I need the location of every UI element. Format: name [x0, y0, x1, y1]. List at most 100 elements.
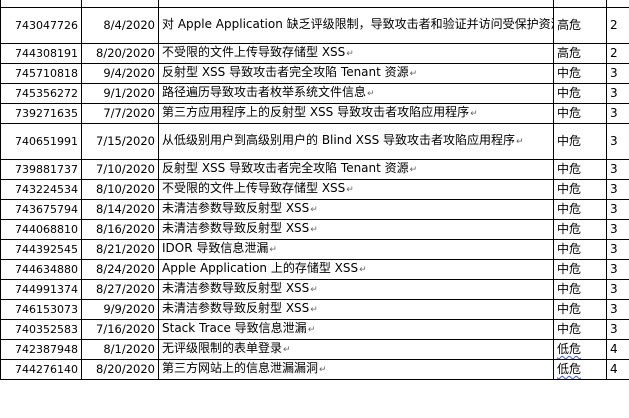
paragraph-mark-icon: ↵ [310, 225, 318, 235]
report-id-text: 739881737 [15, 163, 78, 176]
description-cell: 不受限的文件上传导致存储型 XSS↵ [158, 43, 554, 64]
table-row: 744276140 8/20/2020 第三方网站上的信息泄漏漏洞↵ 低危 4 [0, 359, 629, 380]
table-row: 740651991 7/15/2020 从低级别用户到高级别用户的 Blind XS… [0, 123, 629, 160]
table-row: 744068810 8/16/2020 未清洁参数导致反射型 XSS↵ 中危 3 [0, 219, 629, 240]
severity-cell: 中危 [553, 199, 607, 220]
severity-cell: 高危 [553, 43, 607, 64]
severity-text: 中危 [557, 322, 582, 336]
description-cell: 反射型 XSS 导致攻击者完全攻陷 Tenant 资源↵ [158, 159, 554, 180]
severity-cell: 中危 [553, 219, 607, 240]
date-text: 8/24/2020 [96, 262, 155, 276]
date-text: 7/16/2020 [96, 322, 155, 336]
description-text: 未清洁参数导致反射型 XSS [162, 221, 310, 235]
count-cell [606, 0, 629, 8]
date-cell: 7/10/2020 [81, 159, 159, 180]
date-cell: 8/21/2020 [81, 239, 159, 260]
date-text: 9/4/2020 [103, 66, 155, 80]
paragraph-mark-icon: ↵ [310, 305, 318, 315]
table-row: 744991374 8/27/2020 未清洁参数导致反射型 XSS↵ 中危 3 [0, 279, 629, 300]
date-text: 8/1/2020 [103, 342, 155, 356]
table-row: 743675794 8/14/2020 未清洁参数导致反射型 XSS↵ 中危 3 [0, 199, 629, 220]
paragraph-mark-icon: ↵ [516, 136, 524, 147]
severity-text: 高危 [557, 18, 582, 32]
report-id-text: 743047726 [15, 19, 78, 32]
report-id-cell: 740651991 [0, 123, 82, 160]
date-cell: 8/20/2020 [81, 43, 159, 64]
report-id-cell: 746153073 [0, 299, 82, 320]
report-id-cell: 745710818 [0, 63, 82, 84]
report-id-text: 739271635 [15, 107, 78, 120]
report-id-text: 740651991 [15, 135, 78, 148]
severity-text: 中危 [557, 222, 582, 236]
severity-cell: 中危 [553, 123, 607, 160]
date-text: 7/10/2020 [96, 162, 155, 176]
date-text: 8/4/2020 [103, 18, 155, 32]
count-text: 4 [610, 342, 618, 356]
severity-cell: 高危 [553, 7, 607, 44]
description-cell: 路径遍历导致攻击者枚举系统文件信息↵ [158, 83, 554, 104]
report-id-text: 743675794 [15, 203, 78, 216]
date-cell: 8/1/2020 [81, 339, 159, 360]
count-cell: 3 [606, 63, 629, 84]
severity-text: 中危 [557, 282, 582, 296]
severity-cell: 中危 [553, 63, 607, 84]
description-text: 未清洁参数导致反射型 XSS [162, 281, 310, 295]
report-id-cell: 740352583 [0, 319, 82, 340]
table-row: 740352583 7/16/2020 Stack Trace 导致信息泄漏↵ 中危 3 [0, 319, 629, 340]
report-id-text: 742387948 [15, 343, 78, 356]
paragraph-mark-icon: ↵ [346, 185, 354, 195]
date-cell: 8/27/2020 [81, 279, 159, 300]
count-cell: 3 [606, 123, 629, 160]
description-cell: 对 Apple Application 缺乏评级限制，导致攻击者和验证并访问受保… [158, 7, 554, 44]
report-id-text: 744392545 [15, 243, 78, 256]
description-cell: Tenant 工作流程 [158, 0, 554, 8]
paragraph-mark-icon: ↵ [283, 345, 291, 355]
description-text: 从低级别用户到高级别用户的 Blind XSS 导致攻击者攻陷应用程序↵ [162, 132, 524, 147]
report-id-cell: 744308191 [0, 43, 82, 64]
description-cell: 反射型 XSS 导致攻击者完全攻陷 Tenant 资源↵ [158, 63, 554, 84]
description-text: 第三方应用程序上的反射型 XSS 导致攻击者攻陷应用程序 [162, 105, 470, 119]
report-id-cell: 739881737 [0, 159, 82, 180]
count-cell: 3 [606, 199, 629, 220]
count-text: 4 [610, 362, 618, 376]
description-cell: 第三方网站上的信息泄漏漏洞↵ [158, 359, 554, 380]
date-cell [81, 0, 159, 8]
report-id-text: 745710818 [15, 67, 78, 80]
table-row: 744308191 8/20/2020 不受限的文件上传导致存储型 XSS↵ 高危 2 [0, 43, 629, 64]
report-id-cell: 742387948 [0, 339, 82, 360]
count-text: 3 [610, 162, 618, 176]
paragraph-mark-icon: ↵ [310, 205, 318, 215]
document-page: Tenant 工作流程 743047726 8/4/2020 对 Apple Appl… [0, 0, 629, 418]
severity-cell: 中危 [553, 319, 607, 340]
severity-text: 中危 [557, 106, 582, 120]
date-cell: 8/4/2020 [81, 7, 159, 44]
report-id-text: 746153073 [15, 303, 78, 316]
description-cell: 不受限的文件上传导致存储型 XSS↵ [158, 179, 554, 200]
severity-cell: 中危 [553, 103, 607, 124]
description-text: 对 Apple Application 缺乏评级限制，导致攻击者和验证并访问受保… [162, 16, 554, 31]
table-row: 746153073 9/9/2020 未清洁参数导致反射型 XSS↵ 中危 3 [0, 299, 629, 320]
table-row: 742387948 8/1/2020 无评级限制的表单登录↵ 低危 4 [0, 339, 629, 360]
report-id-cell: 743675794 [0, 199, 82, 220]
paragraph-mark-icon: ↵ [319, 365, 327, 375]
report-id-cell: 743047726 [0, 7, 82, 44]
severity-cell: 中危 [553, 239, 607, 260]
table-row: 739881737 7/10/2020 反射型 XSS 导致攻击者完全攻陷 Tena… [0, 159, 629, 180]
table-body: Tenant 工作流程 743047726 8/4/2020 对 Apple Appl… [0, 0, 629, 380]
table-row: 744392545 8/21/2020 IDOR 导致信息泄漏↵ 中危 3 [0, 239, 629, 260]
severity-cell [553, 0, 607, 8]
date-text: 7/15/2020 [96, 134, 155, 148]
date-text: 8/21/2020 [96, 242, 155, 256]
severity-text: 低危 [557, 342, 582, 356]
description-text: 无评级限制的表单登录 [162, 341, 283, 355]
report-id-cell: 739271635 [0, 103, 82, 124]
date-cell: 8/10/2020 [81, 179, 159, 200]
paragraph-mark-icon: ↵ [310, 285, 318, 295]
count-cell: 2 [606, 7, 629, 44]
report-id-text: 744276140 [15, 363, 78, 376]
count-text: 3 [610, 262, 618, 276]
date-cell: 8/16/2020 [81, 219, 159, 240]
severity-cell: 中危 [553, 279, 607, 300]
report-id-text: 744308191 [15, 47, 78, 60]
count-text: 3 [610, 182, 618, 196]
